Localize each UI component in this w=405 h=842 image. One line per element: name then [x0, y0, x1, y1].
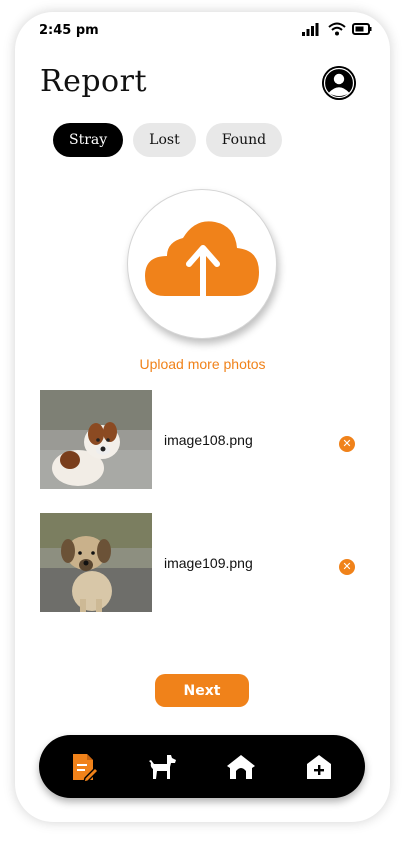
status-icons: [302, 22, 372, 36]
shelter-icon: [227, 755, 255, 779]
cloud-upload-icon: [145, 221, 259, 311]
upload-photo-button[interactable]: [127, 189, 277, 339]
report-type-tabs: Stray Lost Found: [53, 123, 283, 157]
tab-lost[interactable]: Lost: [133, 123, 196, 157]
nav-shelter[interactable]: [225, 751, 257, 783]
close-icon: ✕: [342, 437, 352, 450]
upload-more-photos-link[interactable]: Upload more photos: [15, 356, 390, 372]
nav-pets[interactable]: [146, 751, 178, 783]
nav-report[interactable]: [69, 751, 101, 783]
signal-icon: [302, 23, 319, 36]
remove-file-button[interactable]: ✕: [339, 436, 355, 452]
photo-thumbnail: [40, 513, 152, 612]
battery-icon: [352, 23, 372, 35]
user-icon: [322, 66, 356, 100]
page-title: Report: [40, 64, 148, 99]
file-name: image109.png: [164, 555, 253, 571]
report-document-icon: [73, 754, 99, 782]
status-bar: 2:45 pm: [15, 12, 390, 52]
remove-file-button[interactable]: ✕: [339, 559, 355, 575]
nav-add-shelter[interactable]: [303, 751, 335, 783]
profile-avatar[interactable]: [322, 66, 356, 100]
phone-frame: 2:45 pm Report Stray Lost Found Upload m…: [15, 12, 390, 822]
tab-stray[interactable]: Stray: [53, 123, 124, 157]
photo-thumbnail: [40, 390, 152, 489]
file-row: image108.png ✕: [40, 390, 360, 490]
next-button[interactable]: Next: [155, 674, 249, 707]
tab-found[interactable]: Found: [205, 123, 283, 157]
close-icon: ✕: [342, 560, 352, 573]
bottom-navigation: [39, 735, 365, 798]
add-home-icon: [307, 755, 331, 779]
dog-icon: [149, 755, 176, 779]
status-time: 2:45 pm: [39, 23, 99, 38]
wifi-icon: [328, 22, 346, 36]
file-row: image109.png ✕: [40, 513, 360, 613]
file-name: image108.png: [164, 432, 253, 448]
